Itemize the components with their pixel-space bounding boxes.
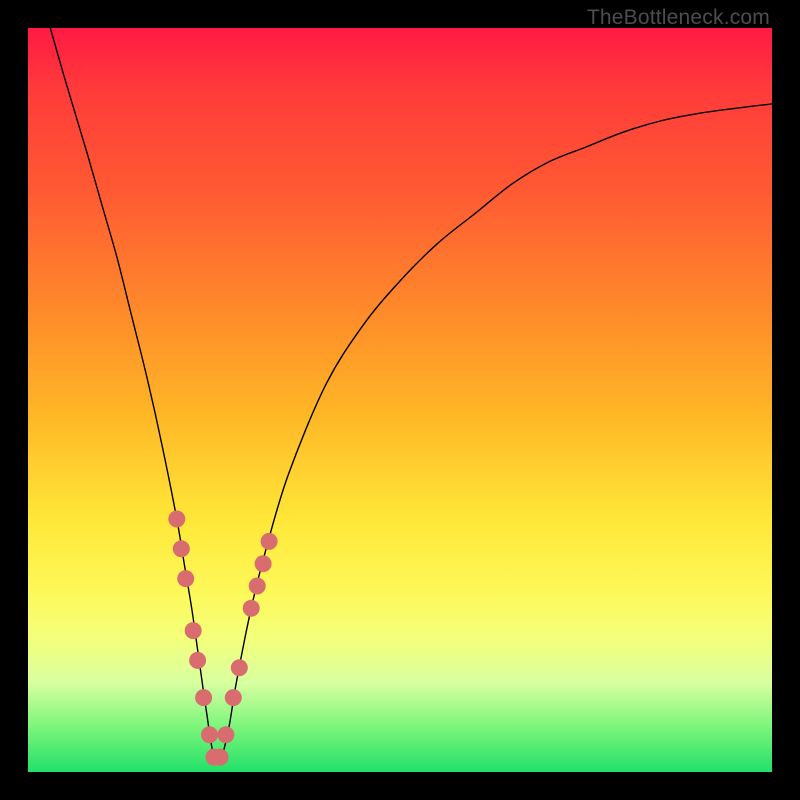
curve-marker xyxy=(212,749,229,766)
curve-marker xyxy=(168,511,185,528)
curve-marker xyxy=(231,659,248,676)
curve-marker xyxy=(243,600,260,617)
watermark-text: TheBottleneck.com xyxy=(587,6,770,30)
curve-marker xyxy=(195,689,212,706)
plot-area xyxy=(28,28,772,772)
curve-marker xyxy=(217,726,234,743)
curve-layer xyxy=(28,28,772,772)
curve-marker xyxy=(225,689,242,706)
curve-marker xyxy=(249,578,266,595)
chart-frame: TheBottleneck.com xyxy=(0,0,800,800)
curve-marker xyxy=(201,726,218,743)
curve-marker xyxy=(189,652,206,669)
curve-marker xyxy=(173,540,190,557)
marker-group xyxy=(168,511,277,766)
curve-marker xyxy=(185,622,202,639)
curve-marker xyxy=(177,570,194,587)
curve-marker xyxy=(261,533,278,550)
curve-marker xyxy=(255,555,272,572)
bottleneck-curve xyxy=(50,28,772,762)
